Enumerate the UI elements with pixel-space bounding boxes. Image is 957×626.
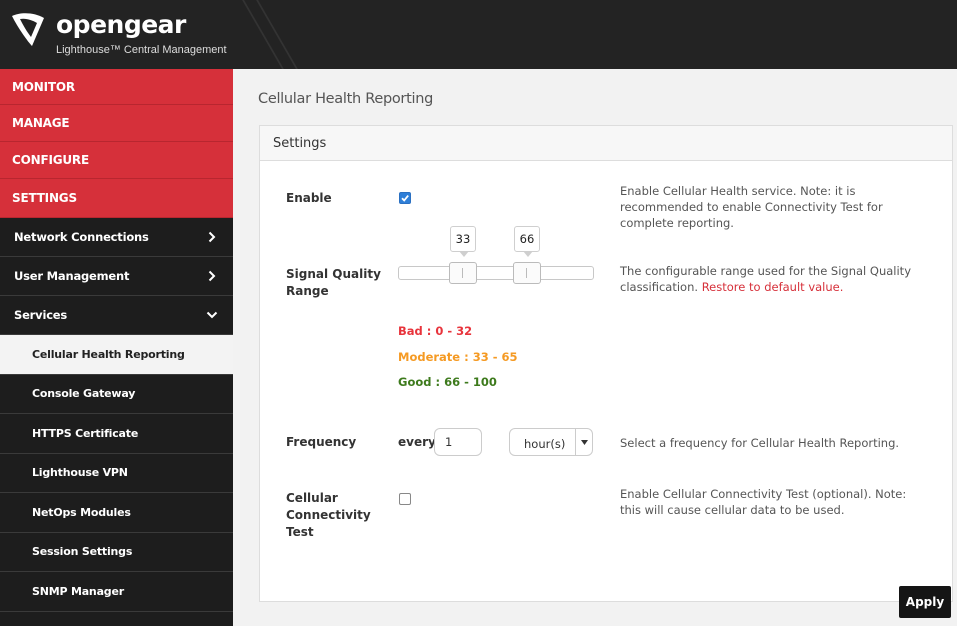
- nav-console-gateway[interactable]: Console Gateway: [0, 375, 233, 414]
- signal-quality-label-line1: Signal Quality: [286, 267, 381, 281]
- enable-checkbox[interactable]: [399, 192, 411, 204]
- legend-moderate: Moderate : 33 - 65: [398, 350, 518, 364]
- nav-monitor[interactable]: MONITOR: [0, 69, 233, 105]
- dropdown-caret-icon: [575, 429, 592, 455]
- connectivity-label-line2: Connectivity: [286, 508, 371, 522]
- nav-user-management[interactable]: User Management: [0, 257, 233, 296]
- enable-help: Enable Cellular Health service. Note: it…: [620, 184, 883, 230]
- frequency-value-input[interactable]: 1: [434, 428, 482, 456]
- nav-network-connections[interactable]: Network Connections: [0, 218, 233, 257]
- panel-title: Settings: [260, 126, 952, 161]
- checkmark-icon: [401, 195, 409, 202]
- opengear-logo-icon: [12, 13, 44, 46]
- nav-snmp-manager[interactable]: SNMP Manager: [0, 572, 233, 612]
- frequency-prefix: every: [398, 435, 436, 449]
- signal-quality-label: Signal Quality Range: [286, 266, 381, 300]
- enable-label: Enable: [286, 191, 332, 205]
- nav-lighthouse-vpn[interactable]: Lighthouse VPN: [0, 454, 233, 493]
- nav-services-label: Services: [14, 308, 68, 322]
- main-content: Cellular Health Reporting Settings Enabl…: [233, 69, 957, 626]
- frequency-label: Frequency: [286, 435, 357, 449]
- nav-https-certificate[interactable]: HTTPS Certificate: [0, 414, 233, 454]
- nav-settings[interactable]: SETTINGS: [0, 179, 233, 218]
- settings-panel: Settings Enable Enable Cellular Health s…: [259, 125, 953, 602]
- nav-cellular-health-reporting[interactable]: Cellular Health Reporting: [0, 335, 233, 375]
- top-header: opengear Lighthouse™ Central Management: [0, 0, 957, 69]
- signal-high-value-bubble: 66: [514, 226, 540, 257]
- nav-netops-modules[interactable]: NetOps Modules: [0, 493, 233, 533]
- restore-default-link[interactable]: Restore to default value.: [702, 280, 844, 294]
- signal-low-value-bubble: 33: [450, 226, 476, 257]
- frequency-unit-select[interactable]: hour(s): [509, 428, 593, 456]
- sidebar: MONITOR MANAGE CONFIGURE SETTINGS Networ…: [0, 69, 233, 626]
- chevron-right-icon: [205, 269, 219, 283]
- nav-manage[interactable]: MANAGE: [0, 105, 233, 142]
- connectivity-test-checkbox[interactable]: [399, 493, 411, 505]
- frequency-help: Select a frequency for Cellular Health R…: [620, 436, 900, 450]
- legend-good: Good : 66 - 100: [398, 375, 497, 389]
- connectivity-label-line3: Test: [286, 525, 314, 539]
- connectivity-label-line1: Cellular: [286, 491, 338, 505]
- apply-button[interactable]: Apply: [899, 586, 951, 618]
- nav-session-settings[interactable]: Session Settings: [0, 533, 233, 572]
- brand-name: opengear: [56, 10, 186, 39]
- signal-low-handle[interactable]: [449, 262, 477, 284]
- chevron-right-icon: [205, 230, 219, 244]
- brand-logo[interactable]: opengear Lighthouse™ Central Management: [8, 6, 233, 63]
- nav-user-management-label: User Management: [14, 269, 130, 283]
- page-title: Cellular Health Reporting: [258, 91, 433, 107]
- signal-quality-label-line2: Range: [286, 284, 329, 298]
- brand-subtitle: Lighthouse™ Central Management: [56, 44, 227, 56]
- connectivity-help: Enable Cellular Connectivity Test (optio…: [620, 487, 907, 517]
- signal-high-handle[interactable]: [513, 262, 541, 284]
- signal-help: The configurable range used for the Sign…: [620, 263, 920, 295]
- chevron-down-icon: [205, 308, 219, 322]
- legend-bad: Bad : 0 - 32: [398, 324, 473, 338]
- signal-range-track[interactable]: [398, 266, 594, 280]
- connectivity-test-label: Cellular Connectivity Test: [286, 490, 371, 541]
- nav-network-connections-label: Network Connections: [14, 230, 149, 244]
- nav-services[interactable]: Services: [0, 296, 233, 335]
- frequency-unit-value: hour(s): [524, 437, 566, 451]
- nav-configure[interactable]: CONFIGURE: [0, 142, 233, 179]
